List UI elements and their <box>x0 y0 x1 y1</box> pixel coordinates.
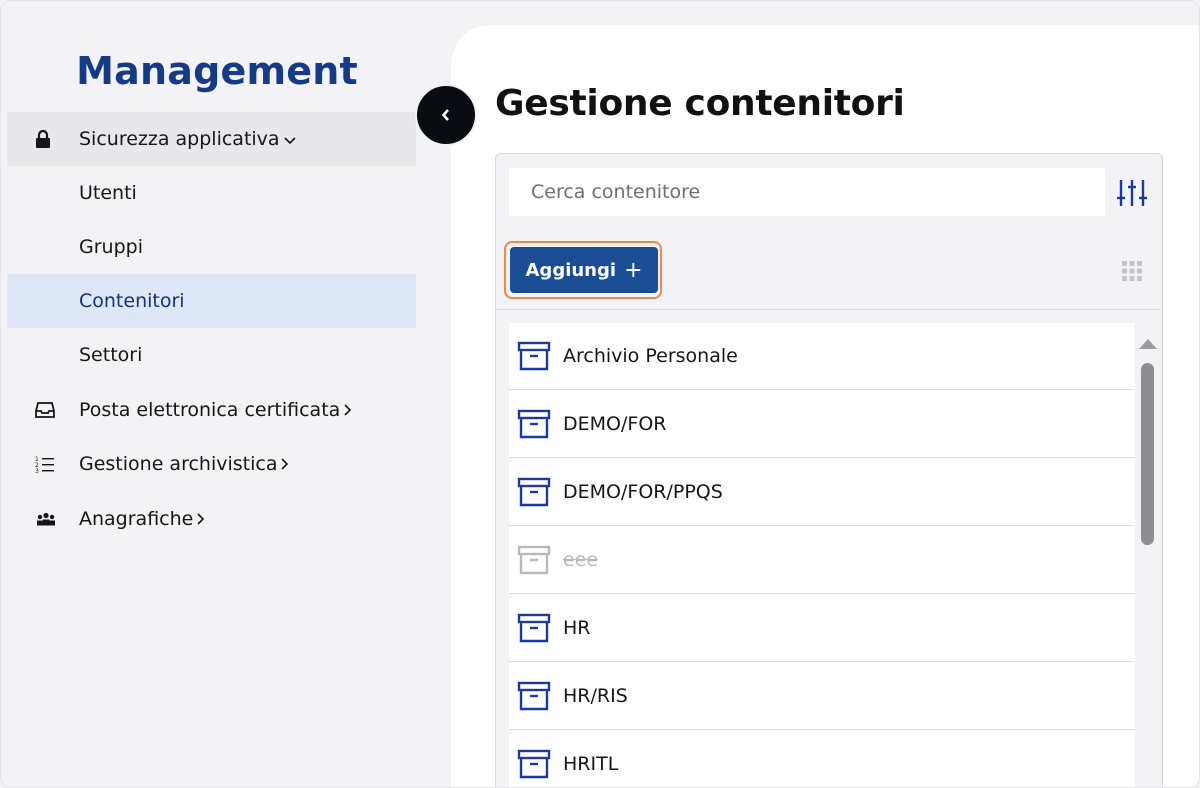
chevron-right-icon <box>197 510 205 529</box>
search-input[interactable]: Cerca contenitore <box>509 168 1105 216</box>
sidebar-item-label: Sicurezza applicativa <box>79 128 280 150</box>
scrollbar-thumb[interactable] <box>1141 363 1154 545</box>
archive-box-icon <box>517 613 551 643</box>
archive-box-icon <box>517 409 551 439</box>
container-name: HR/RIS <box>563 685 628 707</box>
collapse-sidebar-button[interactable] <box>415 84 477 146</box>
list-item[interactable]: DEMO/FOR <box>509 391 1135 458</box>
inbox-icon <box>35 402 65 418</box>
archive-box-icon <box>517 477 551 507</box>
add-container-button[interactable]: Aggiungi + <box>510 247 658 293</box>
chevron-right-icon <box>281 455 289 474</box>
container-name: HR <box>563 617 591 639</box>
sidebar-item-anagrafiche[interactable]: Anagrafiche <box>7 492 416 546</box>
page-title: Gestione contenitori <box>495 83 905 124</box>
sidebar-item-label: Gruppi <box>79 236 143 258</box>
sidebar-item-label: Anagrafiche <box>79 508 194 530</box>
chevron-right-icon <box>344 401 352 420</box>
sidebar-item-label: Contenitori <box>79 290 185 312</box>
sliders-icon[interactable] <box>1117 179 1147 207</box>
sidebar-item-sicurezza-applicativa[interactable]: Sicurezza applicativa <box>7 112 416 166</box>
sidebar-item-settori[interactable]: Settori <box>7 328 416 382</box>
list-item[interactable]: HRITL <box>509 731 1135 787</box>
archive-box-icon <box>517 749 551 779</box>
scroll-up-arrow-icon[interactable] <box>1139 339 1157 349</box>
lock-icon <box>35 130 65 148</box>
list-item[interactable]: DEMO/FOR/PPQS <box>509 459 1135 526</box>
list-item-disabled[interactable]: eee <box>509 527 1135 594</box>
container-name: DEMO/FOR <box>563 413 667 435</box>
sidebar-item-label: Posta elettronica certificata <box>79 399 341 421</box>
people-icon <box>35 512 65 526</box>
archive-box-icon <box>517 341 551 371</box>
app-window: Management Sicurezza applicativa Utenti … <box>0 0 1200 788</box>
list-icon: 123 <box>35 455 65 473</box>
add-button-label: Aggiungi <box>525 259 617 281</box>
grid-icon[interactable] <box>1121 260 1143 282</box>
chevron-left-icon <box>441 103 451 128</box>
sidebar-item-label: Gestione archivistica <box>79 453 278 475</box>
sidebar-item-contenitori[interactable]: Contenitori <box>7 274 416 328</box>
search-placeholder: Cerca contenitore <box>531 181 701 203</box>
plus-icon: + <box>624 257 643 283</box>
container-name: eee <box>563 549 599 571</box>
container-name: Archivio Personale <box>563 345 738 367</box>
sidebar-item-label: Utenti <box>79 182 137 204</box>
chevron-down-icon <box>284 130 296 149</box>
container-name: DEMO/FOR/PPQS <box>563 481 723 503</box>
sidebar-item-gestione-archivistica[interactable]: 123 Gestione archivistica <box>7 437 416 491</box>
sidebar: Sicurezza applicativa Utenti Gruppi Cont… <box>7 1 416 787</box>
sidebar-item-utenti[interactable]: Utenti <box>7 166 416 220</box>
list-item[interactable]: Archivio Personale <box>509 323 1135 390</box>
container-name: HRITL <box>563 753 619 775</box>
containers-list: Archivio Personale DEMO/FOR DEMO/FOR/PPQ… <box>509 323 1135 787</box>
svg-text:3: 3 <box>35 468 39 473</box>
list-item[interactable]: HR/RIS <box>509 663 1135 730</box>
list-item[interactable]: HR <box>509 595 1135 662</box>
sidebar-item-label: Settori <box>79 344 143 366</box>
archive-box-icon <box>517 681 551 711</box>
divider <box>496 309 1160 310</box>
sidebar-item-posta-elettronica-certificata[interactable]: Posta elettronica certificata <box>7 383 416 437</box>
archive-box-icon <box>517 545 551 575</box>
sidebar-item-gruppi[interactable]: Gruppi <box>7 220 416 274</box>
